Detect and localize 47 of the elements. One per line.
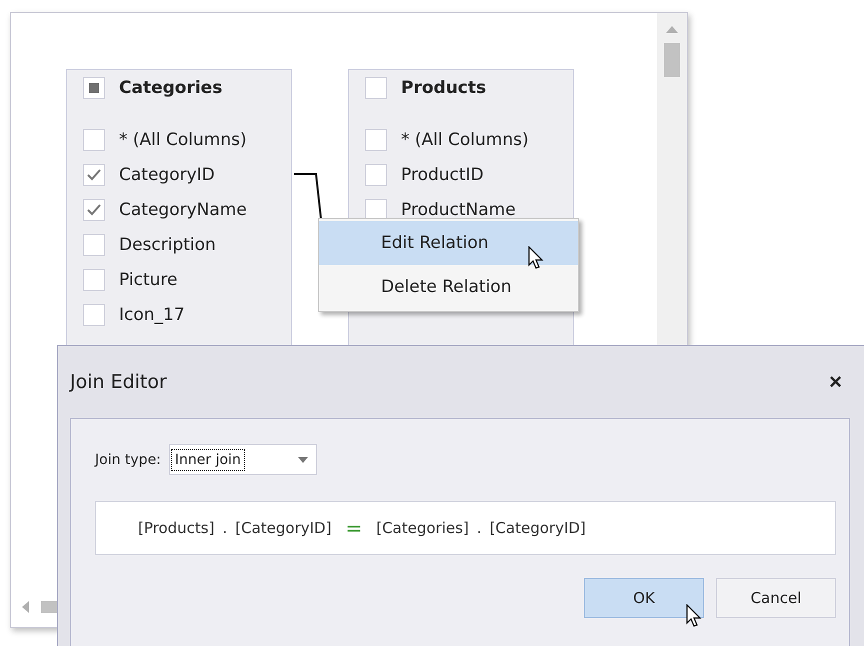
caret-icon [298,456,308,462]
column-name: CategoryName [119,200,247,220]
operator-token[interactable]: = [345,516,362,540]
cursor-icon [686,604,702,628]
table-title: Categories [119,78,222,98]
checkbox[interactable] [83,198,105,220]
relation-line [294,171,324,221]
checkbox[interactable] [83,268,105,290]
column-token[interactable]: [CategoryID] [490,519,586,537]
ok-button[interactable]: OK [584,578,704,618]
column-token[interactable]: [CategoryID] [235,519,332,537]
checkbox[interactable] [83,76,105,98]
checkbox[interactable] [83,164,105,186]
dot-token: . [222,519,228,537]
scroll-up-icon[interactable] [666,25,678,33]
scroll-left-icon[interactable] [21,601,29,613]
check-icon [87,168,101,180]
checkbox[interactable] [365,164,387,186]
scroll-thumb[interactable] [41,601,57,613]
checkbox[interactable] [365,128,387,150]
checkbox[interactable] [83,304,105,326]
close-button[interactable]: × [825,369,846,395]
column-name: Icon_17 [119,304,185,324]
cursor-icon [528,246,544,270]
checkbox[interactable] [365,76,387,98]
checkbox[interactable] [365,198,387,220]
checkbox[interactable] [83,128,105,150]
table-token[interactable]: [Categories] [376,519,469,537]
dialog-title: Join Editor [70,371,167,393]
column-name: ProductID [401,164,484,184]
dot-token: . [476,519,482,537]
column-name: Picture [119,270,178,290]
column-name: * (All Columns) [401,130,529,150]
column-name: CategoryID [119,164,215,184]
table-token[interactable]: [Products] [138,519,214,537]
join-type-label: Join type: [95,452,161,468]
menu-item[interactable]: Edit Relation [319,221,578,265]
scroll-thumb[interactable] [664,43,680,77]
column-name: ProductName [401,200,516,220]
check-icon [87,204,101,216]
checkbox[interactable] [83,234,105,256]
column-name: * (All Columns) [119,130,247,150]
cancel-button[interactable]: Cancel [716,578,836,618]
table-title: Products [401,78,486,98]
column-name: Description [119,234,216,254]
join-type-dropdown[interactable]: Inner join [168,444,317,475]
menu-item[interactable]: Delete Relation [319,265,578,309]
